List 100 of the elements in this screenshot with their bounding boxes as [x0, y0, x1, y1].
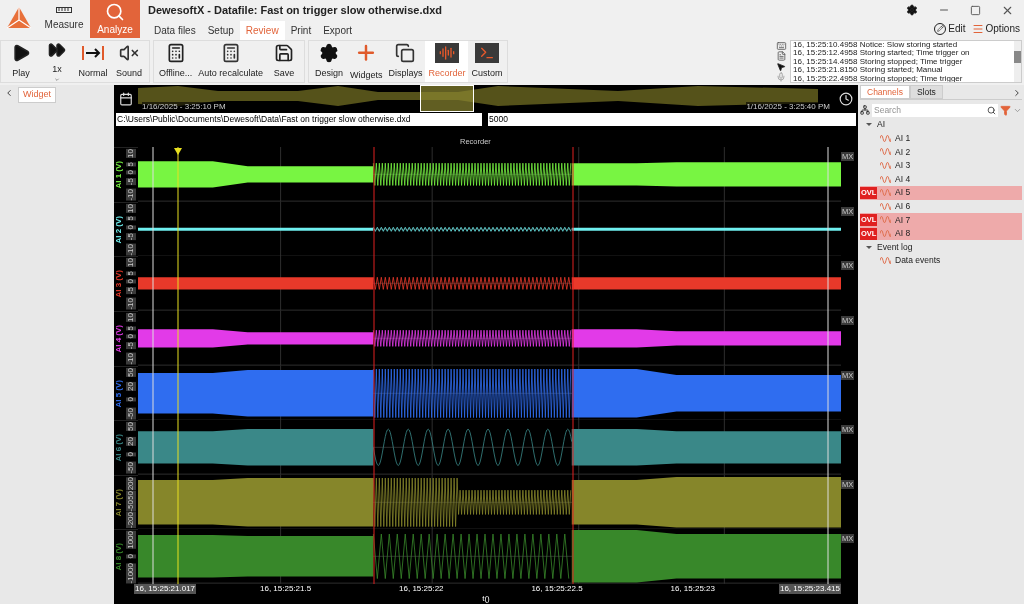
- waveform-icon: [434, 42, 459, 63]
- axis-tick-label: 10: [126, 203, 136, 213]
- window-title: DewesoftX - Datafile: Fast on trigger slow otherwise.dxd: [148, 3, 443, 18]
- toolbar-button[interactable]: Recorder: [425, 41, 469, 82]
- axis-tick-label: -10: [126, 189, 136, 201]
- collapse-icon[interactable]: [4, 87, 14, 99]
- log-entry: 16, 15:25:12.4958 Storing started; Time trigger on: [793, 49, 971, 58]
- speaker-mute-icon: [119, 42, 139, 63]
- toolbar-button[interactable]: 1x: [39, 41, 75, 82]
- nav-tab[interactable]: Print: [284, 20, 318, 41]
- overview-strip[interactable]: 1/16/2025 - 3:25:10 PM 1/16/2025 - 3:25:40 PM: [138, 85, 834, 112]
- nav-tab[interactable]: Export: [317, 20, 359, 41]
- channel-item[interactable]: AI 6: [860, 199, 1022, 214]
- file-path-field[interactable]: C:\Users\Public\Documents\Dewesoft\Data\Fast on trigger slow otherwise.dxd: [116, 113, 482, 126]
- calendar-icon[interactable]: [119, 91, 133, 106]
- channel-item[interactable]: AI 1: [860, 131, 1022, 146]
- maximize-icon[interactable]: [970, 4, 981, 16]
- sine-wave-icon: [880, 133, 891, 143]
- cursor-line[interactable]: [177, 147, 179, 584]
- sine-wave-icon: [880, 256, 891, 266]
- widget-tab[interactable]: Widget: [18, 87, 56, 103]
- cursor-line[interactable]: [152, 147, 154, 584]
- axis-tick-label: -10: [126, 298, 136, 310]
- terminal-icon: [474, 42, 499, 63]
- toolbar-button[interactable]: Widgets: [346, 41, 386, 82]
- toolbar-button[interactable]: Auto recalculate: [195, 41, 266, 82]
- channel-item[interactable]: Data events: [860, 253, 1022, 268]
- ruler-icon: [56, 6, 72, 13]
- channel-name: Data events: [895, 254, 941, 268]
- axis-tick-label: 50: [126, 490, 136, 500]
- toolbar-button[interactable]: Normal: [75, 41, 111, 82]
- save-icon: [273, 42, 294, 63]
- axis-tick-label: 20: [126, 436, 136, 446]
- cursor-line[interactable]: [827, 147, 829, 584]
- axis-label: AI 3 (V): [114, 270, 124, 298]
- filter-icon[interactable]: [1000, 104, 1011, 116]
- log-entry: 16, 15:25:21.8150 Storing started; Manual: [793, 66, 943, 75]
- search-field[interactable]: Search: [872, 103, 987, 117]
- axis-tick-label: -5: [126, 287, 136, 295]
- channel-name: AI 3: [895, 159, 911, 172]
- pointer-icon[interactable]: [776, 61, 786, 72]
- mode-tab[interactable]: Measure: [44, 0, 84, 38]
- axis-tick-label: 10: [126, 258, 136, 268]
- toolbar-button[interactable]: Offline...: [156, 41, 196, 82]
- axis-tick-label: 10: [126, 149, 136, 158]
- selection-window[interactable]: [420, 85, 474, 112]
- sine-wave-icon: [880, 161, 891, 171]
- panel-tab[interactable]: Channels: [860, 85, 910, 99]
- channel-item[interactable]: AI 2: [860, 145, 1022, 159]
- tree-group[interactable]: AI: [860, 118, 1022, 132]
- tree-view-icon[interactable]: [860, 105, 870, 115]
- nav-tab[interactable]: Setup: [201, 20, 240, 41]
- axis-label: AI 2 (V): [114, 215, 124, 244]
- channel-item[interactable]: AI 3: [860, 158, 1022, 173]
- axis-tick-label: -5: [126, 232, 136, 240]
- keyboard-icon[interactable]: [775, 41, 787, 51]
- options-button[interactable]: Options: [971, 21, 1020, 36]
- axis-tick-label: 0: [126, 397, 136, 402]
- axis-label: AI 4 (V): [114, 324, 124, 353]
- sine-wave-icon: [880, 215, 891, 225]
- axis-tick-label: -50: [126, 462, 136, 474]
- axis-tick-label: -1000: [126, 562, 136, 583]
- nav-tab[interactable]: Review: [239, 20, 285, 41]
- start-time: 1/16/2025 - 3:25:10 PM: [142, 102, 226, 111]
- axis-tick-label: 50: [126, 367, 136, 377]
- clock-icon[interactable]: [839, 91, 853, 106]
- settings-icon: [318, 42, 339, 63]
- caret-icon: [53, 76, 61, 82]
- scrollbar[interactable]: [1014, 41, 1021, 82]
- axis-tick-label: -5: [126, 178, 136, 186]
- axis-tick-label: 5: [126, 161, 136, 167]
- toolbar-button[interactable]: Custom: [468, 41, 506, 82]
- document-icon[interactable]: [775, 51, 787, 62]
- toolbar-button[interactable]: Sound: [111, 41, 147, 82]
- toolbar-button[interactable]: Save: [265, 41, 302, 82]
- sine-wave-icon: [880, 147, 891, 157]
- edit-button[interactable]: Edit: [934, 21, 966, 36]
- channel-item[interactable]: AI 4: [860, 172, 1022, 186]
- axis-tick-label: 0: [126, 451, 136, 457]
- expand-icon[interactable]: [1012, 87, 1022, 99]
- toolbar-button[interactable]: Displays: [385, 41, 426, 82]
- settings-icon[interactable]: [906, 4, 918, 16]
- axis-tick-label: 0: [126, 279, 136, 284]
- sine-wave-icon: [880, 229, 891, 239]
- search-icon[interactable]: [987, 103, 998, 117]
- axis-tick-label: 0: [126, 224, 136, 229]
- axis-tick-label: 10: [126, 312, 136, 322]
- axis-tick-label: 0: [126, 333, 136, 339]
- axis-tick-label: 5: [126, 270, 136, 276]
- axis-tick-label: -10: [126, 243, 136, 256]
- sample-field[interactable]: 5000: [488, 113, 856, 126]
- nav-tab[interactable]: Data files: [148, 20, 202, 41]
- axis-tick-label: 0: [126, 553, 136, 559]
- toolbar-button[interactable]: Play: [3, 41, 39, 82]
- time-tick-label: 16, 15:25:22: [399, 584, 444, 594]
- axis-tick-label: 1000: [126, 531, 136, 550]
- cursor-marker-icon[interactable]: [174, 148, 182, 155]
- tree-group[interactable]: Event log: [860, 240, 1022, 254]
- panel-tab[interactable]: Slots: [909, 85, 943, 99]
- toolbar-button[interactable]: Design: [310, 41, 347, 82]
